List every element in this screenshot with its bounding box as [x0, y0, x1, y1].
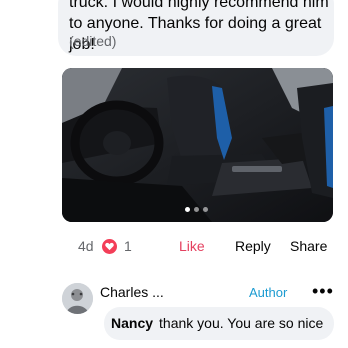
carousel-indicator — [185, 207, 208, 212]
reply-mention[interactable]: Nancy — [111, 315, 153, 331]
timestamp[interactable]: 4d — [78, 238, 94, 254]
reply-text: Nancy thank you. You are so nice — [111, 315, 323, 331]
reply-author-name[interactable]: Charles ... — [100, 284, 164, 300]
reply-button[interactable]: Reply — [235, 238, 271, 254]
reply-message: thank you. You are so nice — [159, 315, 324, 331]
carousel-dot-1 — [185, 207, 190, 212]
edited-label[interactable]: (edited) — [69, 33, 116, 49]
car-interior-photo[interactable] — [62, 68, 333, 222]
like-button[interactable]: Like — [179, 238, 205, 254]
share-button[interactable]: Share — [290, 238, 327, 254]
reaction-count[interactable]: 1 — [124, 238, 132, 254]
author-badge: Author — [249, 285, 288, 300]
comment-actions: 4d 1 Like Reply Share — [0, 238, 348, 256]
carousel-dot-2 — [194, 207, 199, 212]
avatar[interactable] — [62, 283, 93, 314]
more-options-icon[interactable]: ••• — [312, 281, 334, 302]
heart-icon[interactable] — [102, 239, 117, 254]
carousel-dot-3 — [203, 207, 208, 212]
